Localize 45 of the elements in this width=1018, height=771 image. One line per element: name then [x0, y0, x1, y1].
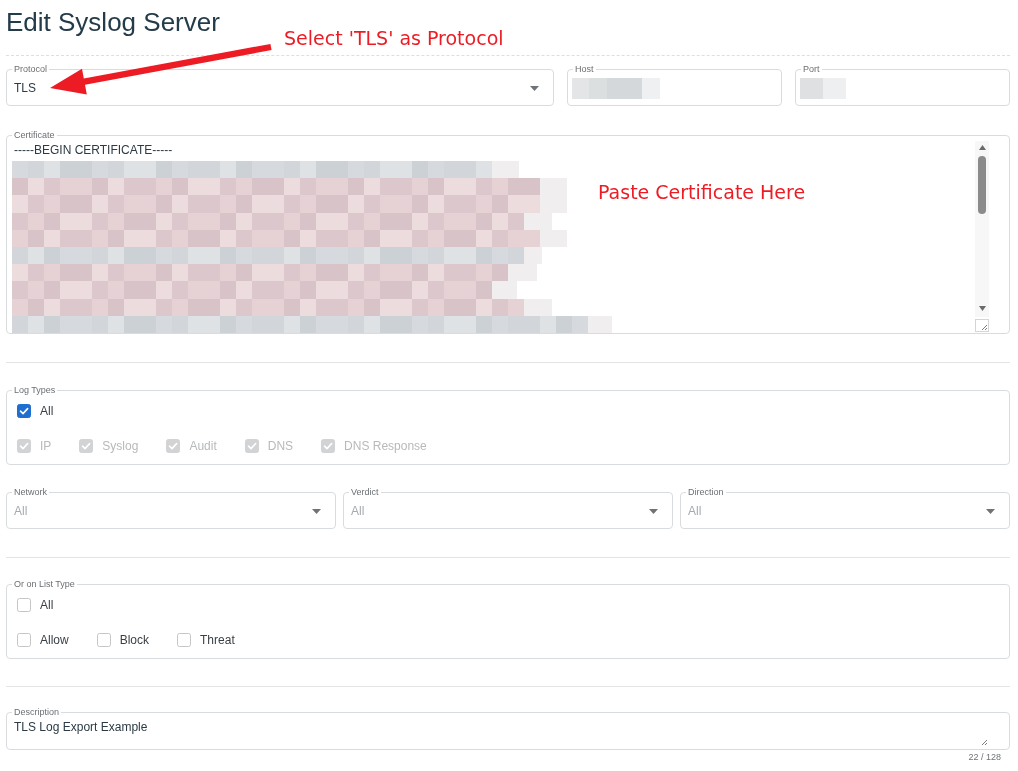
port-input[interactable]: Port	[795, 64, 1010, 106]
field-label: Direction	[687, 487, 725, 498]
field-label: Verdict	[350, 487, 380, 498]
character-counter: 22 / 128	[968, 752, 1001, 763]
checkbox-label: Allow	[40, 632, 69, 648]
checkbox-label: Block	[119, 632, 150, 648]
filter-select[interactable]: Verdict All	[343, 487, 673, 529]
filter-select[interactable]: Network All	[6, 487, 336, 529]
group-label: Or on List Type	[13, 579, 76, 590]
caret-down-icon	[312, 508, 321, 514]
host-input[interactable]: Host	[567, 64, 782, 106]
checkbox[interactable]	[17, 633, 31, 647]
checkbox-label: Syslog	[102, 438, 139, 454]
page-title: Edit Syslog Server	[6, 6, 220, 38]
checkbox[interactable]	[177, 633, 192, 647]
filter-select[interactable]: Direction All	[680, 487, 1010, 529]
checkbox-label: All	[40, 403, 54, 419]
group-label: Log Types	[13, 385, 57, 396]
caret-down-icon[interactable]	[978, 306, 986, 311]
description-field[interactable]: Description TLS Log Export Example	[6, 707, 1010, 750]
resize-handle-icon[interactable]	[981, 739, 989, 747]
checkbox-label: Audit	[189, 438, 217, 454]
annotation-text: Paste Certificate Here	[598, 181, 806, 203]
field-label: Protocol	[13, 64, 49, 75]
caret-down-icon	[986, 508, 995, 514]
checkbox-label: All	[40, 597, 54, 613]
scrollbar[interactable]	[975, 141, 989, 317]
caret-down-icon	[530, 85, 539, 91]
checkbox-label: DNS	[267, 438, 294, 454]
scrollbar-thumb[interactable]	[978, 156, 986, 214]
field-label: Certificate	[13, 130, 56, 141]
field-label: Host	[574, 64, 595, 75]
caret-up-icon[interactable]	[978, 145, 986, 150]
caret-down-icon	[649, 508, 658, 514]
checkbox[interactable]	[17, 598, 31, 612]
checkbox[interactable]	[96, 633, 111, 647]
field-label: Network	[13, 487, 48, 498]
checkbox-label: Threat	[200, 632, 235, 648]
checkbox-label: DNS Response	[344, 438, 427, 454]
checkbox-label: IP	[40, 438, 52, 454]
annotation-text: Select 'TLS' as Protocol	[284, 27, 504, 49]
field-label: Port	[802, 64, 821, 75]
protocol-select[interactable]: Protocol TLS	[6, 64, 554, 106]
field-label: Description	[13, 707, 61, 718]
checkbox[interactable]	[17, 404, 31, 418]
